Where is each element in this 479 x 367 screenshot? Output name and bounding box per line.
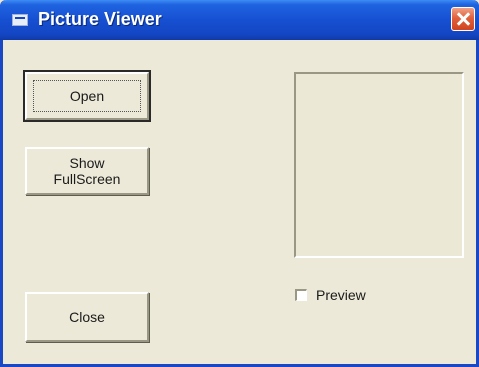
app-window-icon[interactable] — [12, 14, 28, 26]
show-fullscreen-label: Show FullScreen — [53, 155, 121, 187]
picture-viewer-window: Picture Viewer Open Show FullScreen Clos… — [0, 0, 479, 367]
window-title: Picture Viewer — [38, 9, 162, 29]
close-button-label: Close — [69, 309, 105, 325]
title-bar[interactable]: Picture Viewer — [0, 0, 479, 40]
preview-checkbox-label[interactable]: Preview — [316, 287, 366, 303]
open-button[interactable]: Open — [23, 70, 151, 122]
close-button[interactable]: Close — [25, 292, 149, 342]
show-fullscreen-button[interactable]: Show FullScreen — [25, 147, 149, 195]
preview-checkbox[interactable] — [295, 289, 307, 301]
close-window-button[interactable] — [451, 7, 475, 31]
focus-rectangle — [33, 80, 141, 112]
picture-preview-box — [294, 72, 464, 258]
preview-checkbox-row[interactable]: Preview — [295, 286, 366, 304]
